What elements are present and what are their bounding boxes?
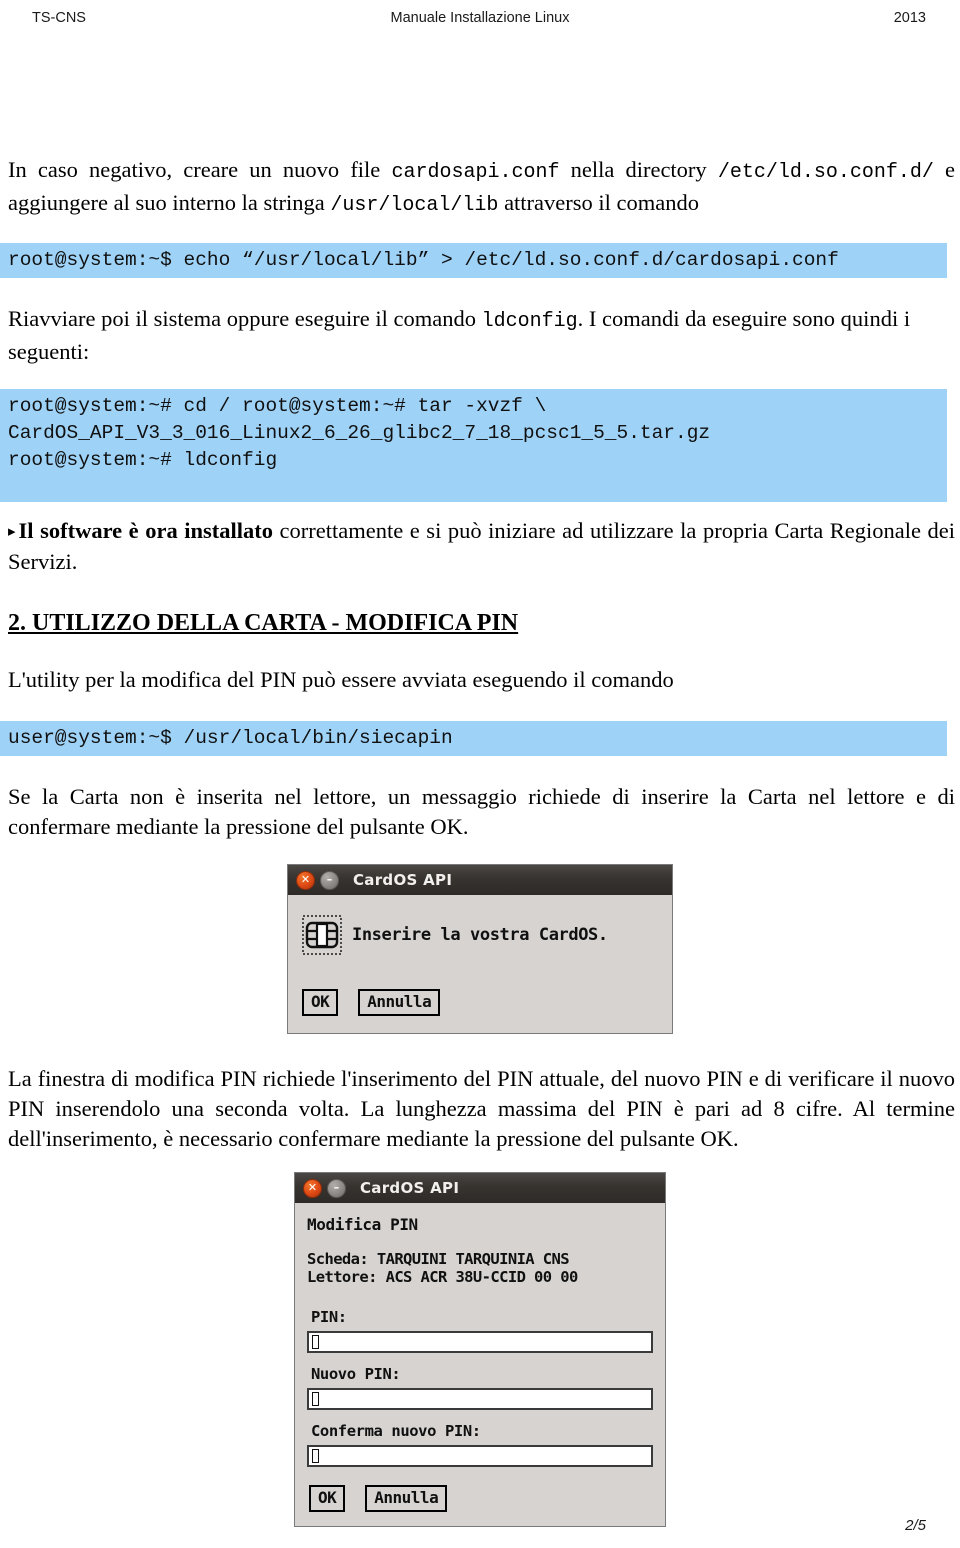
text-caret [312, 1392, 319, 1406]
para1-code-usrlocallib: /usr/local/lib [330, 194, 499, 217]
close-icon[interactable]: ✕ [303, 1178, 322, 1198]
page-header: TS-CNS Manuale Installazione Linux 2013 [0, 6, 960, 32]
para1-code-cardosapi: cardosapi.conf [391, 161, 560, 184]
pin-input[interactable] [307, 1331, 653, 1353]
new-pin-input[interactable] [307, 1388, 653, 1410]
document-content: In caso negativo, creare un nuovo file c… [0, 155, 960, 1527]
dialog-confirm-pin-label: Conferma nuovo PIN: [311, 1422, 481, 1440]
para1-code-etcdir: /etc/ld.so.conf.d/ [717, 161, 934, 184]
dialog-insert-buttons: OK Annulla [302, 989, 660, 1016]
dialog-insert-body: Inserire la vostra CardOS. OK Annulla [288, 895, 672, 1033]
header-year-label: 2013 [893, 10, 926, 26]
section-title-utilizzo-carta: 2. UTILIZZO DELLA CARTA - MODIFICA PIN [8, 610, 519, 636]
code-block-tar-ldconfig: root@system:~# cd / root@system:~# tar -… [0, 389, 947, 502]
minimize-icon[interactable]: – [320, 870, 339, 890]
paragraph-software-installed: ▸ Il software è ora installato correttame… [0, 516, 960, 577]
dialog-new-pin-label: Nuovo PIN: [311, 1365, 401, 1383]
dialog-insert-title: CardOS API [353, 871, 453, 889]
dialog-modifica-pin[interactable]: ✕ – CardOS API Modifica PIN Scheda: TARQ… [294, 1172, 666, 1527]
dialog-pin-card-line: Scheda: TARQUINI TARQUINIA CNS [307, 1250, 570, 1268]
paragraph-create-conf: In caso negativo, creare un nuovo file c… [0, 155, 960, 221]
dialog-pin-title: CardOS API [360, 1179, 460, 1197]
dialog-insert-card-wrap: ✕ – CardOS API Inserire la vostra CardOS… [0, 864, 960, 1034]
para1-text-a: In caso negativo, creare un nuovo file [8, 157, 392, 182]
section-heading-wrap: 2. UTILIZZO DELLA CARTA - MODIFICA PIN [0, 607, 960, 639]
smartcard-chip-icon [302, 915, 342, 955]
dialog-pin-titlebar[interactable]: ✕ – CardOS API [295, 1173, 665, 1203]
dialog-insert-message: Inserire la vostra CardOS. [352, 925, 608, 945]
dialog-pin-reader-line: Lettore: ACS ACR 38U-CCID 00 00 [307, 1268, 578, 1286]
paragraph-ldconfig: Riavviare poi il sistema oppure eseguire… [0, 304, 960, 367]
close-glyph: ✕ [300, 872, 311, 886]
dialog-insert-ok-button[interactable]: OK [302, 989, 339, 1016]
text-caret [312, 1449, 319, 1463]
dialog-pin-buttons: OK Annulla [309, 1485, 653, 1512]
code-block-siecapin: user@system:~$ /usr/local/bin/siecapin [0, 721, 947, 756]
para2-code-ldconfig: ldconfig [481, 310, 578, 333]
paragraph-card-not-inserted: Se la Carta non è inserita nel lettore, … [8, 784, 955, 839]
dialog-pin-body: Modifica PIN Scheda: TARQUINI TARQUINIA … [295, 1203, 665, 1526]
close-glyph: ✕ [307, 1180, 318, 1194]
dialog-insert-titlebar[interactable]: ✕ – CardOS API [288, 865, 672, 895]
dialog-insert-card[interactable]: ✕ – CardOS API Inserire la vostra CardOS… [287, 864, 673, 1034]
header-title: Manuale Installazione Linux [390, 10, 570, 26]
bullet-arrow-icon: ▸ [8, 524, 16, 540]
para1-text-b: nella directory [559, 157, 718, 182]
dialog-pin-heading: Modifica PIN [307, 1215, 418, 1234]
dialog-pin-ok-button[interactable]: OK [309, 1485, 346, 1512]
paragraph-utility-command: L'utility per la modifica del PIN può es… [8, 667, 674, 692]
text-caret [312, 1335, 319, 1349]
para1-text-d: attraverso il comando [498, 190, 699, 215]
bullet-bold-text: Il software è ora installato [18, 518, 274, 543]
minimize-glyph: – [326, 872, 333, 886]
minimize-glyph: – [333, 1180, 340, 1194]
dialog-insert-message-row: Inserire la vostra CardOS. [302, 915, 660, 955]
dialog-pin-cancel-button[interactable]: Annulla [365, 1485, 448, 1512]
page-number-footer: 2/5 [905, 1517, 926, 1534]
dialog-insert-cancel-button[interactable]: Annulla [358, 989, 441, 1016]
close-icon[interactable]: ✕ [296, 870, 315, 890]
code-block-echo: root@system:~$ echo “/usr/local/lib” > /… [0, 243, 947, 278]
dialog-pin-wrap: ✕ – CardOS API Modifica PIN Scheda: TARQ… [0, 1172, 960, 1527]
dialog-pin-label: PIN: [311, 1308, 347, 1326]
paragraph-pin-window-description: La finestra di modifica PIN richiede l'i… [8, 1066, 955, 1151]
minimize-icon[interactable]: – [327, 1178, 346, 1198]
confirm-pin-input[interactable] [307, 1445, 653, 1467]
para2-text-a: Riavviare poi il sistema oppure eseguire… [8, 306, 482, 331]
dialog-pin-card-info: Scheda: TARQUINI TARQUINIA CNS Lettore: … [307, 1250, 653, 1286]
